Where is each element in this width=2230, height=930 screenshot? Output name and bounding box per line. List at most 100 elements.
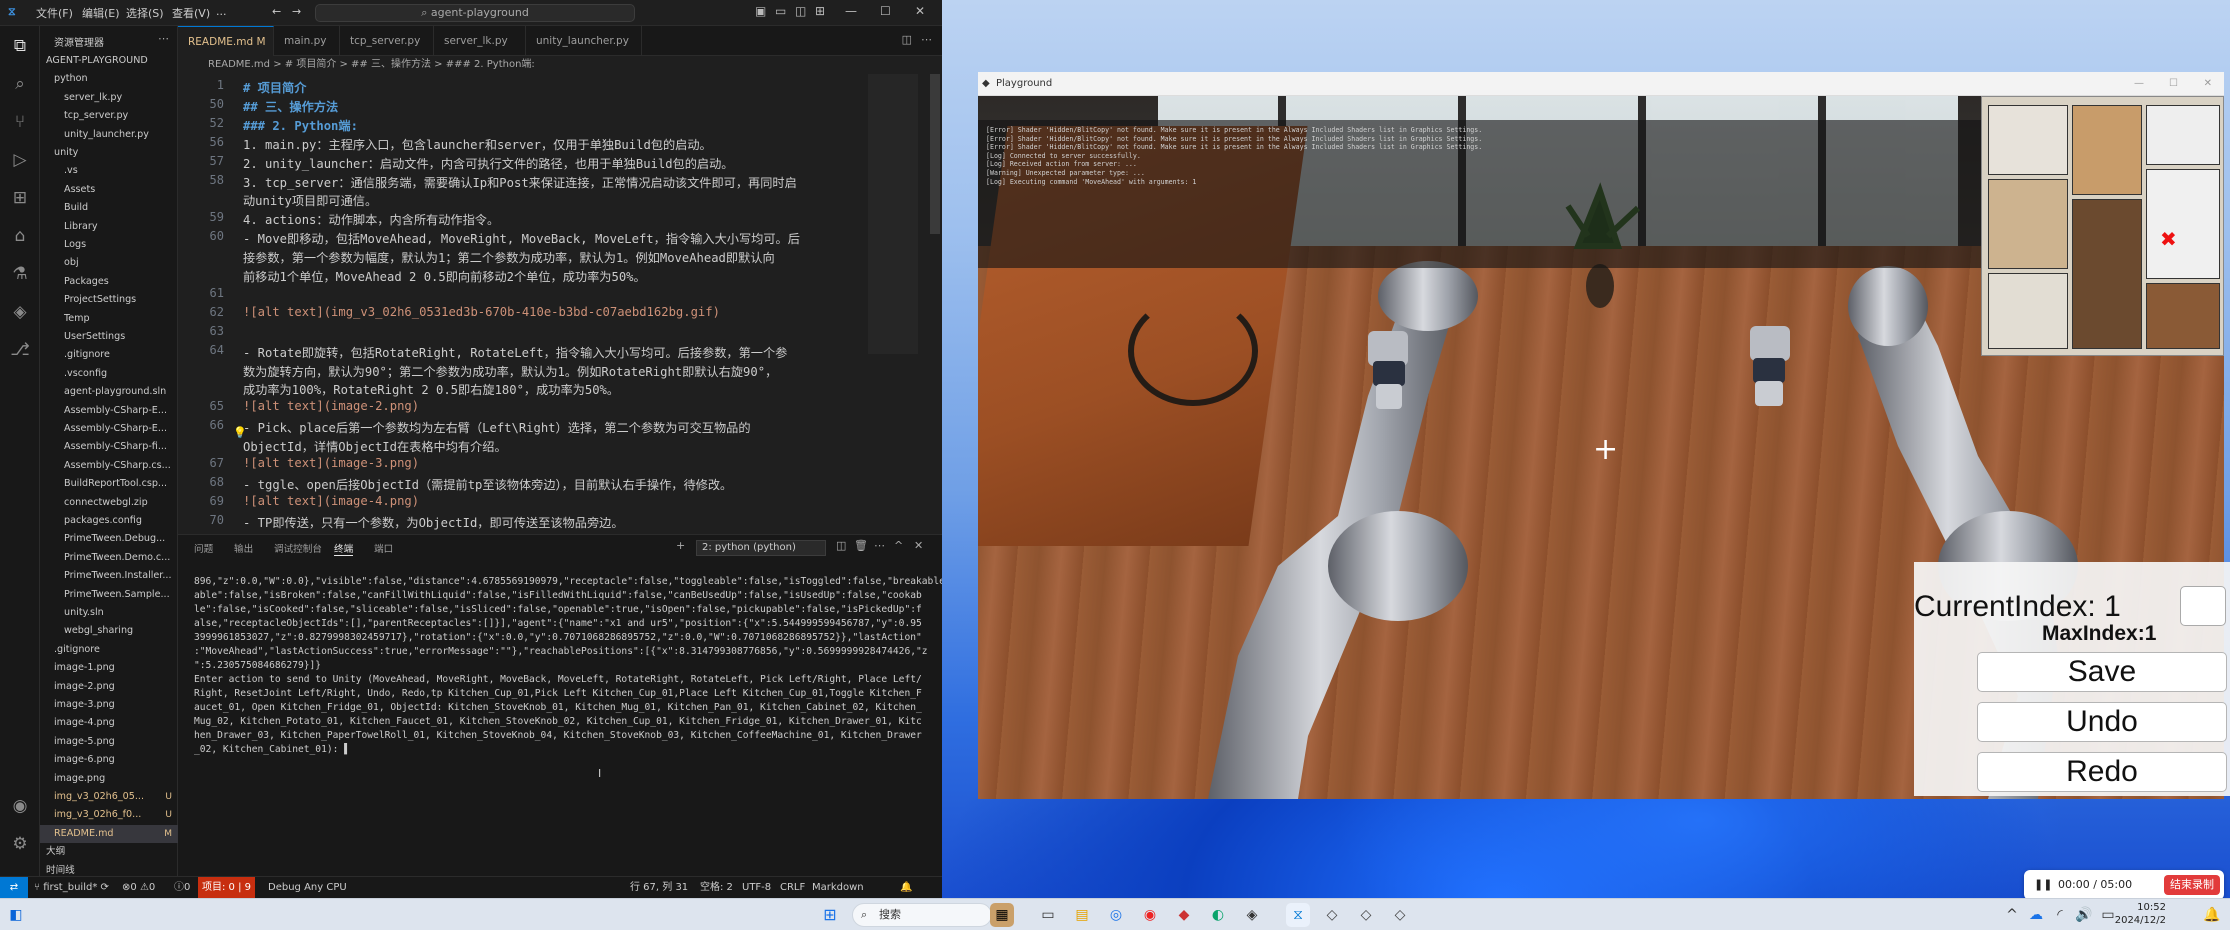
remote-icon[interactable]: ⇄ bbox=[0, 877, 28, 898]
tree-item[interactable]: image-3.png bbox=[40, 696, 178, 714]
language-mode[interactable]: Markdown bbox=[812, 877, 864, 898]
tree-item[interactable]: Logs bbox=[40, 236, 178, 254]
lightbulb-icon[interactable]: 💡 bbox=[233, 426, 247, 439]
vscode-icon[interactable]: ⧖ bbox=[1286, 903, 1310, 927]
desktop-icon[interactable]: ◧ bbox=[4, 903, 28, 927]
close-icon[interactable]: ✕ bbox=[2204, 72, 2212, 96]
volume-icon[interactable]: 🔊 bbox=[2072, 903, 2096, 927]
more-actions-icon[interactable]: ⋯ bbox=[874, 539, 885, 552]
search-icon[interactable]: ⌕ bbox=[8, 72, 32, 96]
code-line[interactable]: 接参数，第一个参数为幅度，默认为1；第二个参数为成功率，默认为1。例如MoveA… bbox=[243, 248, 933, 266]
code-line[interactable]: 1. main.py：主程序入口，包含launcher和server，仅用于单独… bbox=[243, 135, 933, 153]
tree-item[interactable]: connectwebgl.zip bbox=[40, 494, 178, 512]
tree-item[interactable]: PrimeTween.Debug... bbox=[40, 530, 178, 548]
tab-main-py[interactable]: main.py bbox=[274, 26, 340, 56]
tree-item[interactable]: PrimeTween.Installer... bbox=[40, 567, 178, 585]
app-icon[interactable]: ◉ bbox=[1138, 903, 1162, 927]
tree-item[interactable]: .vs bbox=[40, 162, 178, 180]
code-line[interactable]: - tggle、open后接ObjectId（需提前tp至该物体旁边），目前默认… bbox=[243, 475, 933, 493]
build-config[interactable]: Debug Any CPU bbox=[268, 877, 347, 898]
tab-unity-launcher[interactable]: unity_launcher.py bbox=[526, 26, 642, 56]
tree-item[interactable]: image-5.png bbox=[40, 733, 178, 751]
tree-item[interactable]: unity_launcher.py bbox=[40, 126, 178, 144]
layout-sidebar-icon[interactable]: ▣ bbox=[755, 4, 766, 18]
code-line[interactable]: 动unity项目即可通信。 bbox=[243, 191, 933, 209]
pause-icon[interactable]: ❚❚ bbox=[2034, 870, 2052, 900]
notifications-icon[interactable]: 🔔 bbox=[900, 877, 912, 898]
tree-item[interactable]: image-1.png bbox=[40, 659, 178, 677]
layout-editor-icon[interactable]: ▭ bbox=[775, 4, 786, 18]
code-line[interactable]: ![alt text](img_v3_02h6_0531ed3b-670b-41… bbox=[243, 305, 933, 319]
tree-item[interactable]: PrimeTween.Demo.c... bbox=[40, 549, 178, 567]
encoding[interactable]: UTF-8 bbox=[742, 877, 771, 898]
source-control-icon[interactable]: ⑂ bbox=[8, 110, 32, 134]
app-icon[interactable]: ◆ bbox=[1172, 903, 1196, 927]
chevron-up-icon[interactable]: ^ bbox=[2000, 903, 2024, 927]
panel-tab-problems[interactable]: 问题 bbox=[194, 541, 213, 555]
unity-icon[interactable]: ◇ bbox=[1354, 903, 1378, 927]
forward-icon[interactable]: → bbox=[292, 5, 301, 18]
undo-button[interactable]: Undo bbox=[1977, 702, 2227, 742]
current-index-input[interactable] bbox=[2180, 586, 2226, 626]
tree-item[interactable]: img_v3_02h6_05... U bbox=[40, 788, 178, 806]
minimap[interactable] bbox=[868, 74, 918, 354]
task-view-icon[interactable]: ▭ bbox=[1036, 903, 1060, 927]
tree-item[interactable]: Assembly-CSharp-E... bbox=[40, 420, 178, 438]
code-line[interactable]: # 项目简介 bbox=[243, 78, 933, 96]
tab-server-lk[interactable]: server_lk.py bbox=[434, 26, 526, 56]
code-line[interactable]: 2. unity_launcher：启动文件，内含可执行文件的路径，也用于单独B… bbox=[243, 154, 933, 172]
code-line[interactable]: 前移动1个单位，MoveAhead 2 0.5即向前移动2个单位，成功率为50%… bbox=[243, 267, 933, 285]
explorer-icon[interactable]: ⧉ bbox=[8, 34, 32, 58]
maximize-panel-icon[interactable]: ^ bbox=[894, 539, 903, 552]
info-status[interactable]: ⓘ0 bbox=[174, 877, 190, 898]
start-icon[interactable]: ⊞ bbox=[818, 903, 842, 927]
back-icon[interactable]: ← bbox=[272, 5, 281, 18]
tree-item[interactable]: BuildReportTool.csp... bbox=[40, 475, 178, 493]
tree-item[interactable]: Assembly-CSharp-E... bbox=[40, 402, 178, 420]
panel-tab-ports[interactable]: 端口 bbox=[374, 541, 393, 555]
tree-item[interactable]: ProjectSettings bbox=[40, 291, 178, 309]
tree-item[interactable]: UserSettings bbox=[40, 328, 178, 346]
menu-selection[interactable]: 选择(S) bbox=[126, 5, 164, 21]
panel-tab-output[interactable]: 输出 bbox=[234, 541, 253, 555]
code-line[interactable]: 成功率为100%，RotateRight 2 0.5即右旋180°，成功率为50… bbox=[243, 380, 933, 398]
unity-icon[interactable]: ◇ bbox=[1320, 903, 1344, 927]
stop-recording-button[interactable]: 结束录制 bbox=[2164, 875, 2220, 895]
tree-item[interactable]: img_v3_02h6_f0... U bbox=[40, 806, 178, 824]
code-line[interactable]: ObjectId，详情ObjectId在表格中均有介绍。 bbox=[243, 437, 933, 455]
code-line[interactable]: 数为旋转方向，默认为90°；第二个参数为成功率，默认为1。例如RotateRig… bbox=[243, 362, 933, 380]
tree-item[interactable]: webgl_sharing bbox=[40, 622, 178, 640]
chrome-icon[interactable]: ◎ bbox=[1104, 903, 1128, 927]
tree-item[interactable]: unity.sln bbox=[40, 604, 178, 622]
account-icon[interactable]: ◉ bbox=[8, 794, 32, 818]
tree-item[interactable]: Assembly-CSharp.cs... bbox=[40, 457, 178, 475]
maximize-icon[interactable]: ☐ bbox=[880, 4, 891, 18]
tree-item[interactable]: README.md M bbox=[40, 824, 178, 843]
tree-item[interactable]: .vsconfig bbox=[40, 365, 178, 383]
minimize-icon[interactable]: — bbox=[2134, 72, 2144, 96]
cursor-position[interactable]: 行 67, 列 31 bbox=[630, 877, 688, 898]
code-line[interactable]: ### 2. Python端: bbox=[243, 116, 933, 134]
tree-item[interactable]: Library bbox=[40, 218, 178, 236]
code-line[interactable]: ![alt text](image-4.png) bbox=[243, 494, 933, 508]
code-line[interactable]: ![alt text](image-3.png) bbox=[243, 456, 933, 470]
notifications-icon[interactable]: 🔔 bbox=[2200, 903, 2224, 927]
docker-icon[interactable]: ◈ bbox=[8, 300, 32, 324]
line-ending[interactable]: CRLF bbox=[780, 877, 805, 898]
taskbar-search[interactable]: ⌕ 搜索 bbox=[852, 903, 992, 927]
testing-icon[interactable]: ⚗ bbox=[8, 262, 32, 286]
code-line[interactable]: 3. tcp_server：通信服务端，需要确认Ip和Post来保证连接，正常情… bbox=[243, 173, 933, 191]
code-line[interactable]: - Move即移动，包括MoveAhead, MoveRight, MoveBa… bbox=[243, 229, 933, 247]
tree-item[interactable]: tcp_server.py bbox=[40, 107, 178, 125]
tree-item[interactable]: .gitignore bbox=[40, 641, 178, 659]
code-line[interactable]: - TP即传送，只有一个参数，为ObjectId，即可传送至该物品旁边。 bbox=[243, 513, 933, 531]
wifi-icon[interactable]: ◜ bbox=[2048, 903, 2072, 927]
problems-status[interactable]: 项目: 0 | 9 bbox=[198, 877, 255, 898]
code-line[interactable]: - Rotate即旋转，包括RotateRight, RotateLeft，指令… bbox=[243, 343, 933, 361]
more-actions-icon[interactable]: ⋯ bbox=[921, 33, 932, 46]
close-icon[interactable]: ✕ bbox=[915, 4, 925, 18]
edge-icon[interactable]: ◐ bbox=[1206, 903, 1230, 927]
tree-item[interactable]: .gitignore bbox=[40, 346, 178, 364]
tree-item[interactable]: Assembly-CSharp-fi... bbox=[40, 438, 178, 456]
tree-item[interactable]: agent-playground.sln bbox=[40, 383, 178, 401]
